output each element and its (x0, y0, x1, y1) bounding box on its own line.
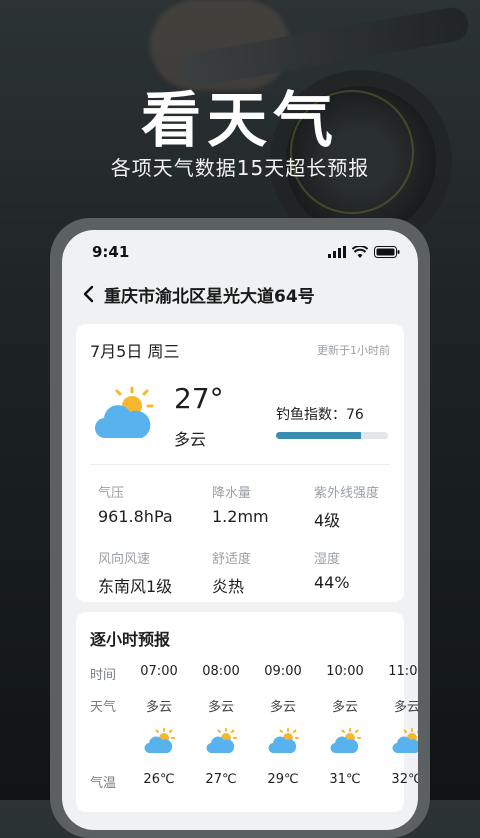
updated-time: 更新于1小时前 (317, 344, 390, 357)
hour-time: 10:00 (326, 664, 364, 679)
hour-time: 11:00 (388, 664, 418, 679)
stat-precipitation: 降水量 1.2mm (212, 482, 269, 526)
hour-temperature: 27℃ (205, 772, 237, 787)
hour-condition: 多云 (393, 700, 418, 715)
stat-value: 东南风1级 (98, 577, 173, 596)
hour-condition: 多云 (331, 700, 358, 715)
fishing-index-bar-fill (276, 432, 362, 439)
partly-cloudy-icon (206, 728, 238, 758)
stat-value: 1.2mm (212, 507, 269, 526)
hour-time: 07:00 (140, 664, 178, 679)
stat-value: 44% (314, 573, 350, 592)
stat-label: 湿度 (314, 552, 341, 567)
hour-condition: 多云 (207, 700, 234, 715)
hourly-forecast-card: 逐小时预报 时间 天气 气温 07:00 多云 26℃ 08:00 多云 27℃ 09:00… (76, 612, 418, 814)
nav-bar: 重庆市渝北区星光大道64号 (62, 274, 418, 314)
battery-icon (374, 246, 400, 258)
hour-time: 09:00 (264, 664, 302, 679)
partly-cloudy-icon (268, 728, 300, 758)
wifi-icon (352, 246, 368, 258)
hour-condition: 多云 (145, 700, 172, 715)
stat-humidity: 湿度 44% (314, 548, 350, 592)
signal-icon (328, 246, 346, 258)
today-weather-card: 7月5日 周三 更新于1小时前 27° 多云 钓鱼指数：76 气压 961.8h… (76, 324, 404, 602)
stat-value: 4级 (314, 511, 341, 530)
current-temperature: 27° (174, 382, 224, 415)
partly-cloudy-icon (392, 728, 418, 758)
stat-label: 紫外线强度 (314, 486, 380, 501)
hour-condition: 多云 (269, 700, 296, 715)
hour-temperature: 31℃ (329, 772, 361, 787)
stat-comfort: 舒适度 炎热 (212, 548, 251, 597)
chevron-left-icon[interactable] (76, 282, 100, 306)
phone-screen: 9:41 重庆市渝北区星光大道64号 7月5日 周三 更新于1小时前 27° 多… (62, 230, 418, 830)
stat-uv: 紫外线强度 4级 (314, 482, 379, 531)
hourly-grid: 时间 天气 气温 07:00 多云 26℃ 08:00 多云 27℃ 09:00 多云 29℃ 1… (76, 664, 418, 814)
current-condition: 多云 (174, 430, 207, 449)
partly-cloudy-icon (330, 728, 362, 758)
hero-subtitle: 各项天气数据15天超长预报 (110, 156, 370, 180)
partly-cloudy-icon (94, 386, 154, 446)
fishing-index-label: 钓鱼指数：76 (276, 407, 364, 423)
stat-value: 炎热 (212, 577, 245, 596)
hourly-title: 逐小时预报 (90, 630, 171, 649)
partly-cloudy-icon (144, 728, 176, 758)
stat-pressure: 气压 961.8hPa (98, 482, 173, 526)
stat-wind: 风向风速 东南风1级 (98, 548, 172, 597)
hero-title: 看天气 (141, 86, 339, 156)
stat-label: 风向风速 (98, 552, 151, 567)
fishing-index-bar (276, 432, 388, 439)
row-label-time: 时间 (90, 668, 117, 683)
row-label-temperature: 气温 (90, 776, 117, 791)
status-bar: 9:41 (62, 230, 418, 274)
weather-date: 7月5日 周三 (90, 342, 180, 361)
stat-value: 961.8hPa (98, 507, 173, 526)
hour-temperature: 29℃ (267, 772, 299, 787)
hour-temperature: 26℃ (143, 772, 175, 787)
status-time: 9:41 (92, 243, 130, 261)
hour-time: 08:00 (202, 664, 240, 679)
stat-label: 舒适度 (212, 552, 252, 567)
stat-label: 降水量 (212, 486, 252, 501)
location-address[interactable]: 重庆市渝北区星光大道64号 (104, 282, 315, 307)
hour-temperature: 32℃ (391, 772, 418, 787)
divider (90, 464, 390, 465)
phone-frame: 9:41 重庆市渝北区星光大道64号 7月5日 周三 更新于1小时前 27° 多… (50, 218, 430, 838)
stat-label: 气压 (98, 486, 125, 501)
row-label-weather: 天气 (90, 700, 117, 715)
